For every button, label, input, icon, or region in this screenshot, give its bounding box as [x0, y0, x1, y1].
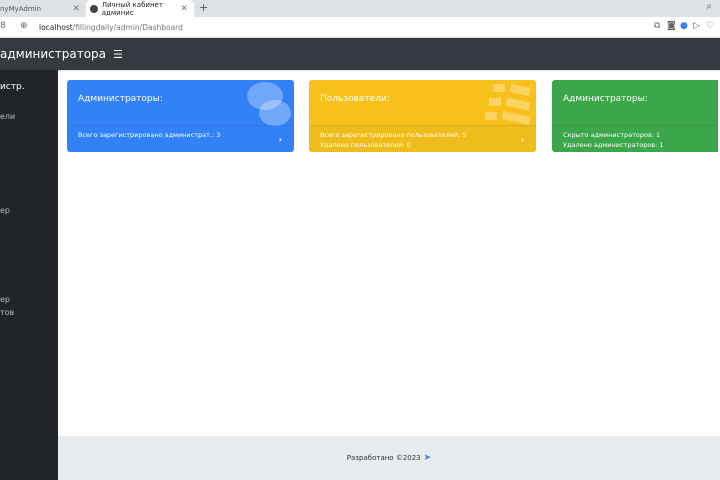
browser-tab-bar: nyMyAdmin ✕ Личный кабинет админис ✕ + ⌕	[0, 0, 720, 17]
list-icon	[485, 112, 497, 120]
sidebar: истр. ели ер ер тов	[0, 70, 58, 480]
card-stat: Удалено пользователей: 0	[320, 141, 411, 149]
card-title: Администраторы:	[78, 94, 163, 104]
tab-admin-cabinet[interactable]: Личный кабинет админис ✕	[86, 0, 194, 17]
main-content: Администраторы: Всего зарегистрировано а…	[58, 70, 720, 436]
globe-icon	[90, 4, 98, 13]
send-icon[interactable]: ▷	[693, 21, 700, 31]
card-stat: Всего зарегистрировано пользователей: 5	[320, 131, 467, 139]
list-icon	[505, 97, 531, 111]
users-card: Пользователи: Всего зарегистрировано пол…	[309, 80, 536, 152]
admins-card: Администраторы: Всего зарегистрировано а…	[67, 80, 294, 152]
top-navbar: администратора ☰	[0, 38, 720, 70]
card-title: Пользователи:	[320, 94, 390, 104]
telegram-icon[interactable]: ➤	[424, 453, 432, 463]
sidebar-item[interactable]: ели	[0, 112, 15, 121]
share-icon[interactable]: ⧉	[654, 21, 660, 31]
page-footer: Разработано ©2023 ➤	[58, 436, 720, 480]
card-stat: Скрыто администраторов: 1	[563, 131, 661, 139]
camera-icon[interactable]: ◙	[667, 21, 676, 31]
list-icon	[493, 84, 505, 92]
globe-icon: ⊕	[20, 21, 28, 31]
sidebar-item[interactable]: ер	[0, 206, 10, 215]
close-icon[interactable]: ✕	[72, 4, 80, 14]
bars-icon[interactable]: ☰	[113, 48, 123, 61]
list-icon	[489, 98, 501, 106]
search-icon[interactable]: ⌕	[706, 1, 712, 12]
chevron-right-icon[interactable]: ›	[279, 135, 282, 145]
heart-icon[interactable]: ♡	[706, 21, 714, 31]
hidden-admins-card: Администраторы: Скрыто администраторов: …	[552, 80, 718, 152]
chevron-right-icon[interactable]: ›	[521, 135, 524, 145]
tab-label: nyMyAdmin	[0, 4, 42, 13]
sidebar-item[interactable]: истр.	[0, 82, 25, 92]
apps-icon[interactable]: 8	[0, 21, 6, 31]
footer-text: Разработано ©2023	[346, 454, 421, 462]
list-icon	[501, 111, 531, 125]
close-icon[interactable]: ✕	[180, 4, 188, 14]
tab-phpmyadmin[interactable]: nyMyAdmin ✕	[0, 0, 86, 17]
card-title: Администраторы:	[563, 94, 648, 104]
card-stat: Всего зарегистрировано администрат.: 3	[78, 131, 221, 139]
card-footer[interactable]: Всего зарегистрировано пользователей: 5 У…	[309, 125, 536, 152]
list-icon	[509, 84, 531, 96]
shield-icon[interactable]: ●	[680, 21, 688, 31]
sidebar-item[interactable]: тов	[0, 308, 14, 317]
navbar-title: администратора	[0, 47, 107, 61]
comments-icon	[259, 100, 291, 126]
new-tab-icon[interactable]: +	[199, 1, 208, 14]
card-stat: Удалено администраторов: 1	[563, 141, 664, 149]
card-footer[interactable]: Всего зарегистрировано администрат.: 3 ›	[67, 125, 294, 152]
card-footer: Скрыто администраторов: 1 Удалено админис…	[552, 125, 718, 152]
address-bar[interactable]: 8 ⊕ localhost/fillingdaily/admin/Dashboa…	[0, 17, 720, 38]
url-path: /fillingdaily/admin/Dashboard	[72, 22, 183, 32]
sidebar-item[interactable]: ер	[0, 295, 10, 304]
url-host: localhost	[39, 22, 73, 32]
